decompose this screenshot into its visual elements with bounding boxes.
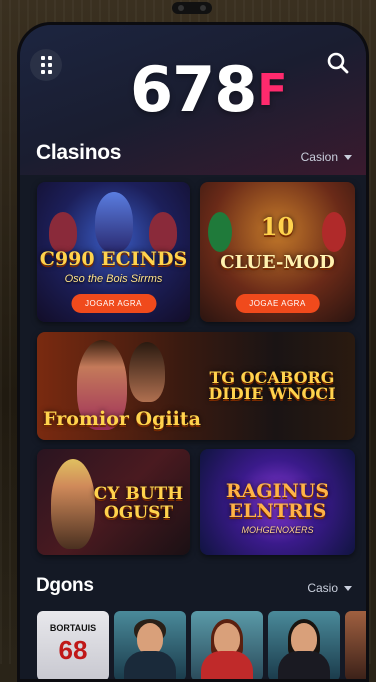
card-subtitle: Oso the Bois Sirrms: [64, 273, 163, 285]
card-art-figure-2: [129, 342, 165, 402]
search-icon[interactable]: [326, 51, 350, 75]
card-subtitle: MOHGENOXERS: [241, 525, 314, 535]
casinos-filter-dropdown[interactable]: Casion: [301, 150, 352, 164]
game-card-1[interactable]: C990 ECINDS Oso the Bois Sirrms JOGAR AG…: [37, 182, 190, 322]
thumb-art-suit: [201, 651, 253, 679]
phone-screen: 678F Clasinos Casion C990 ECINDS Oso the…: [17, 22, 369, 682]
game-card-3[interactable]: TG OCABORG DIDIE WNOCI Fromior Ogiita: [37, 332, 355, 440]
caret-down-icon: [344, 585, 352, 591]
menu-button[interactable]: [30, 49, 62, 81]
camera-notch: [172, 2, 212, 14]
game-thumb-5[interactable]: [345, 611, 366, 679]
games-section-title: Dgons: [36, 575, 94, 596]
card-title: RAGINUS ELNTRIS: [225, 480, 330, 522]
game-thumb-1[interactable]: BORTAUIS 68: [37, 611, 109, 679]
game-thumb-4[interactable]: [268, 611, 340, 679]
app-logo: 678F: [130, 53, 287, 126]
logo-number: 678: [130, 53, 257, 126]
game-card-4[interactable]: CY BUTH OGUST: [37, 449, 190, 555]
caret-down-icon: [344, 154, 352, 160]
grid-menu-icon: [40, 56, 52, 74]
card-art-right: [149, 212, 177, 252]
card-subtitle: Fromior Ogiita: [43, 408, 201, 430]
card-art-left: [49, 212, 77, 252]
card-title: CY BUTH OGUST: [93, 484, 184, 523]
play-button[interactable]: JOGAR AGRA: [70, 294, 157, 313]
thumb-art-suit: [124, 651, 176, 679]
game-thumb-2[interactable]: [114, 611, 186, 679]
logo-suffix: F: [257, 65, 287, 116]
thumb-line-2: 68: [58, 635, 88, 665]
card-title: C990 ECINDS: [39, 248, 188, 270]
thumb-line-1: BORTAUIS: [49, 623, 97, 633]
thumb-art-suit: [278, 651, 330, 679]
card-title: TG OCABORG DIDIE WNOCI: [208, 368, 336, 403]
card-art: [95, 192, 133, 252]
games-filter-dropdown[interactable]: Casio: [307, 581, 352, 595]
card-badge: 10: [260, 212, 295, 241]
casinos-section-title: Clasinos: [36, 141, 122, 164]
card-title: CLUE-MOD: [220, 252, 335, 273]
play-button[interactable]: JOGAE AGRA: [235, 294, 320, 313]
game-card-2[interactable]: 10 CLUE-MOD JOGAE AGRA: [200, 182, 355, 322]
games-filter-label: Casio: [307, 581, 338, 595]
game-thumb-3[interactable]: [191, 611, 263, 679]
casinos-filter-label: Casion: [300, 150, 338, 164]
game-card-5[interactable]: RAGINUS ELNTRIS MOHGENOXERS: [200, 449, 355, 555]
